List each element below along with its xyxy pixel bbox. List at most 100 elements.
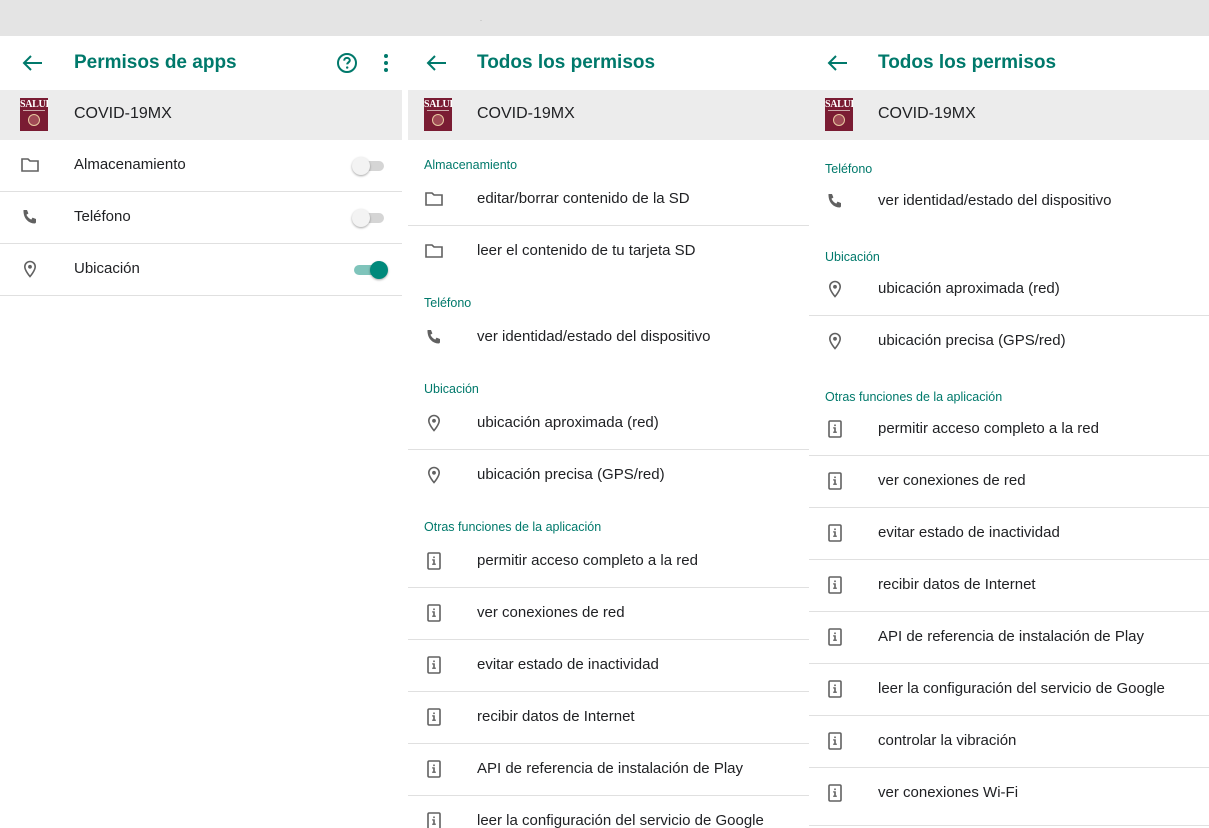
permission-item[interactable]: ubicación aproximada (red) xyxy=(809,264,1209,316)
more-options-icon[interactable] xyxy=(378,52,394,74)
permission-label: leer la configuración del servicio de Go… xyxy=(477,812,764,828)
permission-list: Teléfono ver identidad/estado del disposi… xyxy=(809,140,1209,820)
permission-label: recibir datos de Internet xyxy=(477,708,635,725)
all-permissions-screen-scrolled: Todos los permisos SALUD COVID-19MX Telé… xyxy=(809,36,1209,828)
permission-label: permitir acceso completo a la red xyxy=(477,552,698,569)
info-device-icon xyxy=(825,679,845,699)
permission-item[interactable]: evitar estado de inactividad xyxy=(408,640,809,692)
permission-item[interactable]: leer la configuración del servicio de Go… xyxy=(809,664,1209,716)
permission-item[interactable]: leer el contenido de tu tarjeta SD xyxy=(408,226,809,278)
permission-label: leer el contenido de tu tarjeta SD xyxy=(477,242,696,259)
info-device-icon xyxy=(825,419,845,439)
section-header: Teléfono xyxy=(424,296,472,310)
permission-item[interactable]: permitir acceso completo a la red xyxy=(809,404,1209,456)
info-device-icon xyxy=(424,603,444,623)
help-icon[interactable] xyxy=(336,52,358,74)
permission-label: ver identidad/estado del dispositivo xyxy=(477,328,711,345)
permission-switch[interactable] xyxy=(352,261,388,279)
folder-icon xyxy=(20,155,40,175)
page-title: Todos los permisos xyxy=(878,52,1057,73)
info-device-icon xyxy=(424,707,444,727)
permission-label: Teléfono xyxy=(74,208,131,225)
phone-icon xyxy=(825,191,845,211)
permission-item[interactable]: leer la configuración del servicio de Go… xyxy=(408,796,809,828)
permission-label: leer la configuración del servicio de Go… xyxy=(878,680,1165,697)
permission-item[interactable]: ver conexiones de red xyxy=(809,456,1209,508)
section-header: Otras funciones de la aplicación xyxy=(424,520,602,534)
permission-toggle-list: Almacenamiento Teléfono Ubicación xyxy=(0,140,402,296)
permission-item[interactable]: recibir datos de Internet xyxy=(408,692,809,744)
permission-label: ubicación aproximada (red) xyxy=(477,414,659,431)
back-arrow-icon[interactable] xyxy=(20,53,44,73)
permission-item[interactable]: ubicación aproximada (red) xyxy=(408,398,809,450)
info-device-icon xyxy=(424,655,444,675)
back-arrow-icon[interactable] xyxy=(424,53,448,73)
app-name: COVID-19MX xyxy=(477,105,575,122)
permission-item[interactable]: ver conexiones Wi-Fi xyxy=(809,768,1209,820)
permission-list: Almacenamiento editar/borrar contenido de… xyxy=(408,140,809,828)
section-header: Almacenamiento xyxy=(424,158,518,172)
section-header: Otras funciones de la aplicación xyxy=(825,390,1003,404)
permission-item[interactable]: controlar la vibración xyxy=(809,716,1209,768)
info-device-icon xyxy=(825,471,845,491)
permission-label: controlar la vibración xyxy=(878,732,1017,749)
permission-label: Ubicación xyxy=(74,260,140,277)
permission-label: ver conexiones de red xyxy=(878,472,1026,489)
info-device-icon xyxy=(825,731,845,751)
permission-label: API de referencia de instalación de Play xyxy=(477,760,743,777)
app-name: COVID-19MX xyxy=(878,105,976,122)
permission-label: evitar estado de inactividad xyxy=(477,656,659,673)
section-header: Ubicación xyxy=(424,382,479,396)
location-icon xyxy=(825,279,845,299)
permission-item[interactable]: ubicación precisa (GPS/red) xyxy=(408,450,809,502)
permission-item[interactable]: recibir datos de Internet xyxy=(809,560,1209,612)
permission-item[interactable]: API de referencia de instalación de Play xyxy=(408,744,809,796)
section-header: Ubicación xyxy=(825,250,880,264)
app-name: COVID-19MX xyxy=(74,105,172,122)
permission-switch[interactable] xyxy=(352,209,388,227)
permission-label: ver conexiones Wi-Fi xyxy=(878,784,1019,801)
location-icon xyxy=(825,331,845,351)
info-device-icon xyxy=(825,523,845,543)
info-device-icon xyxy=(424,551,444,571)
app-bar: Todos los permisos xyxy=(809,36,1209,90)
app-permissions-screen: Permisos de apps SALUD COVID-19MX Almace… xyxy=(0,36,402,828)
folder-icon xyxy=(424,189,444,209)
app-header-row: SALUD COVID-19MX xyxy=(0,90,402,140)
folder-icon xyxy=(424,241,444,261)
permission-label: ubicación precisa (GPS/red) xyxy=(878,332,1066,349)
permission-toggle-row[interactable]: Ubicación xyxy=(0,244,402,296)
permission-item[interactable]: ubicación precisa (GPS/red) xyxy=(809,316,1209,368)
all-permissions-screen: Todos los permisos SALUD COVID-19MX Alma… xyxy=(408,36,809,828)
permission-label: API de referencia de instalación de Play xyxy=(878,628,1144,645)
page-title: Todos los permisos xyxy=(477,52,656,73)
permission-label: evitar estado de inactividad xyxy=(878,524,1060,541)
permission-item[interactable]: ver identidad/estado del dispositivo xyxy=(809,176,1209,228)
permission-item[interactable]: ver identidad/estado del dispositivo xyxy=(408,312,809,364)
permission-label: Almacenamiento xyxy=(74,156,186,173)
app-bar: Todos los permisos xyxy=(408,36,809,90)
permission-item[interactable]: ver conexiones de red xyxy=(408,588,809,640)
location-icon xyxy=(424,413,444,433)
app-bar: Permisos de apps xyxy=(0,36,402,90)
app-logo: SALUD xyxy=(424,98,452,131)
phone-icon xyxy=(424,327,444,347)
permission-item[interactable]: evitar estado de inactividad xyxy=(809,508,1209,560)
page-title: Permisos de apps xyxy=(74,52,237,73)
permission-item[interactable]: editar/borrar contenido de la SD xyxy=(408,174,809,226)
back-arrow-icon[interactable] xyxy=(825,53,849,73)
app-logo: SALUD xyxy=(20,98,48,131)
permission-toggle-row[interactable]: Almacenamiento xyxy=(0,140,402,192)
permission-item[interactable]: permitir acceso completo a la red xyxy=(408,536,809,588)
info-device-icon xyxy=(825,575,845,595)
permission-label: ver identidad/estado del dispositivo xyxy=(878,192,1112,209)
divider xyxy=(809,825,1209,826)
permission-toggle-row[interactable]: Teléfono xyxy=(0,192,402,244)
status-bar xyxy=(0,0,1209,36)
permission-switch[interactable] xyxy=(352,157,388,175)
info-device-icon xyxy=(825,627,845,647)
app-logo: SALUD xyxy=(825,98,853,131)
app-header-row: SALUD COVID-19MX xyxy=(809,90,1209,140)
permission-item[interactable]: API de referencia de instalación de Play xyxy=(809,612,1209,664)
permission-label: recibir datos de Internet xyxy=(878,576,1036,593)
